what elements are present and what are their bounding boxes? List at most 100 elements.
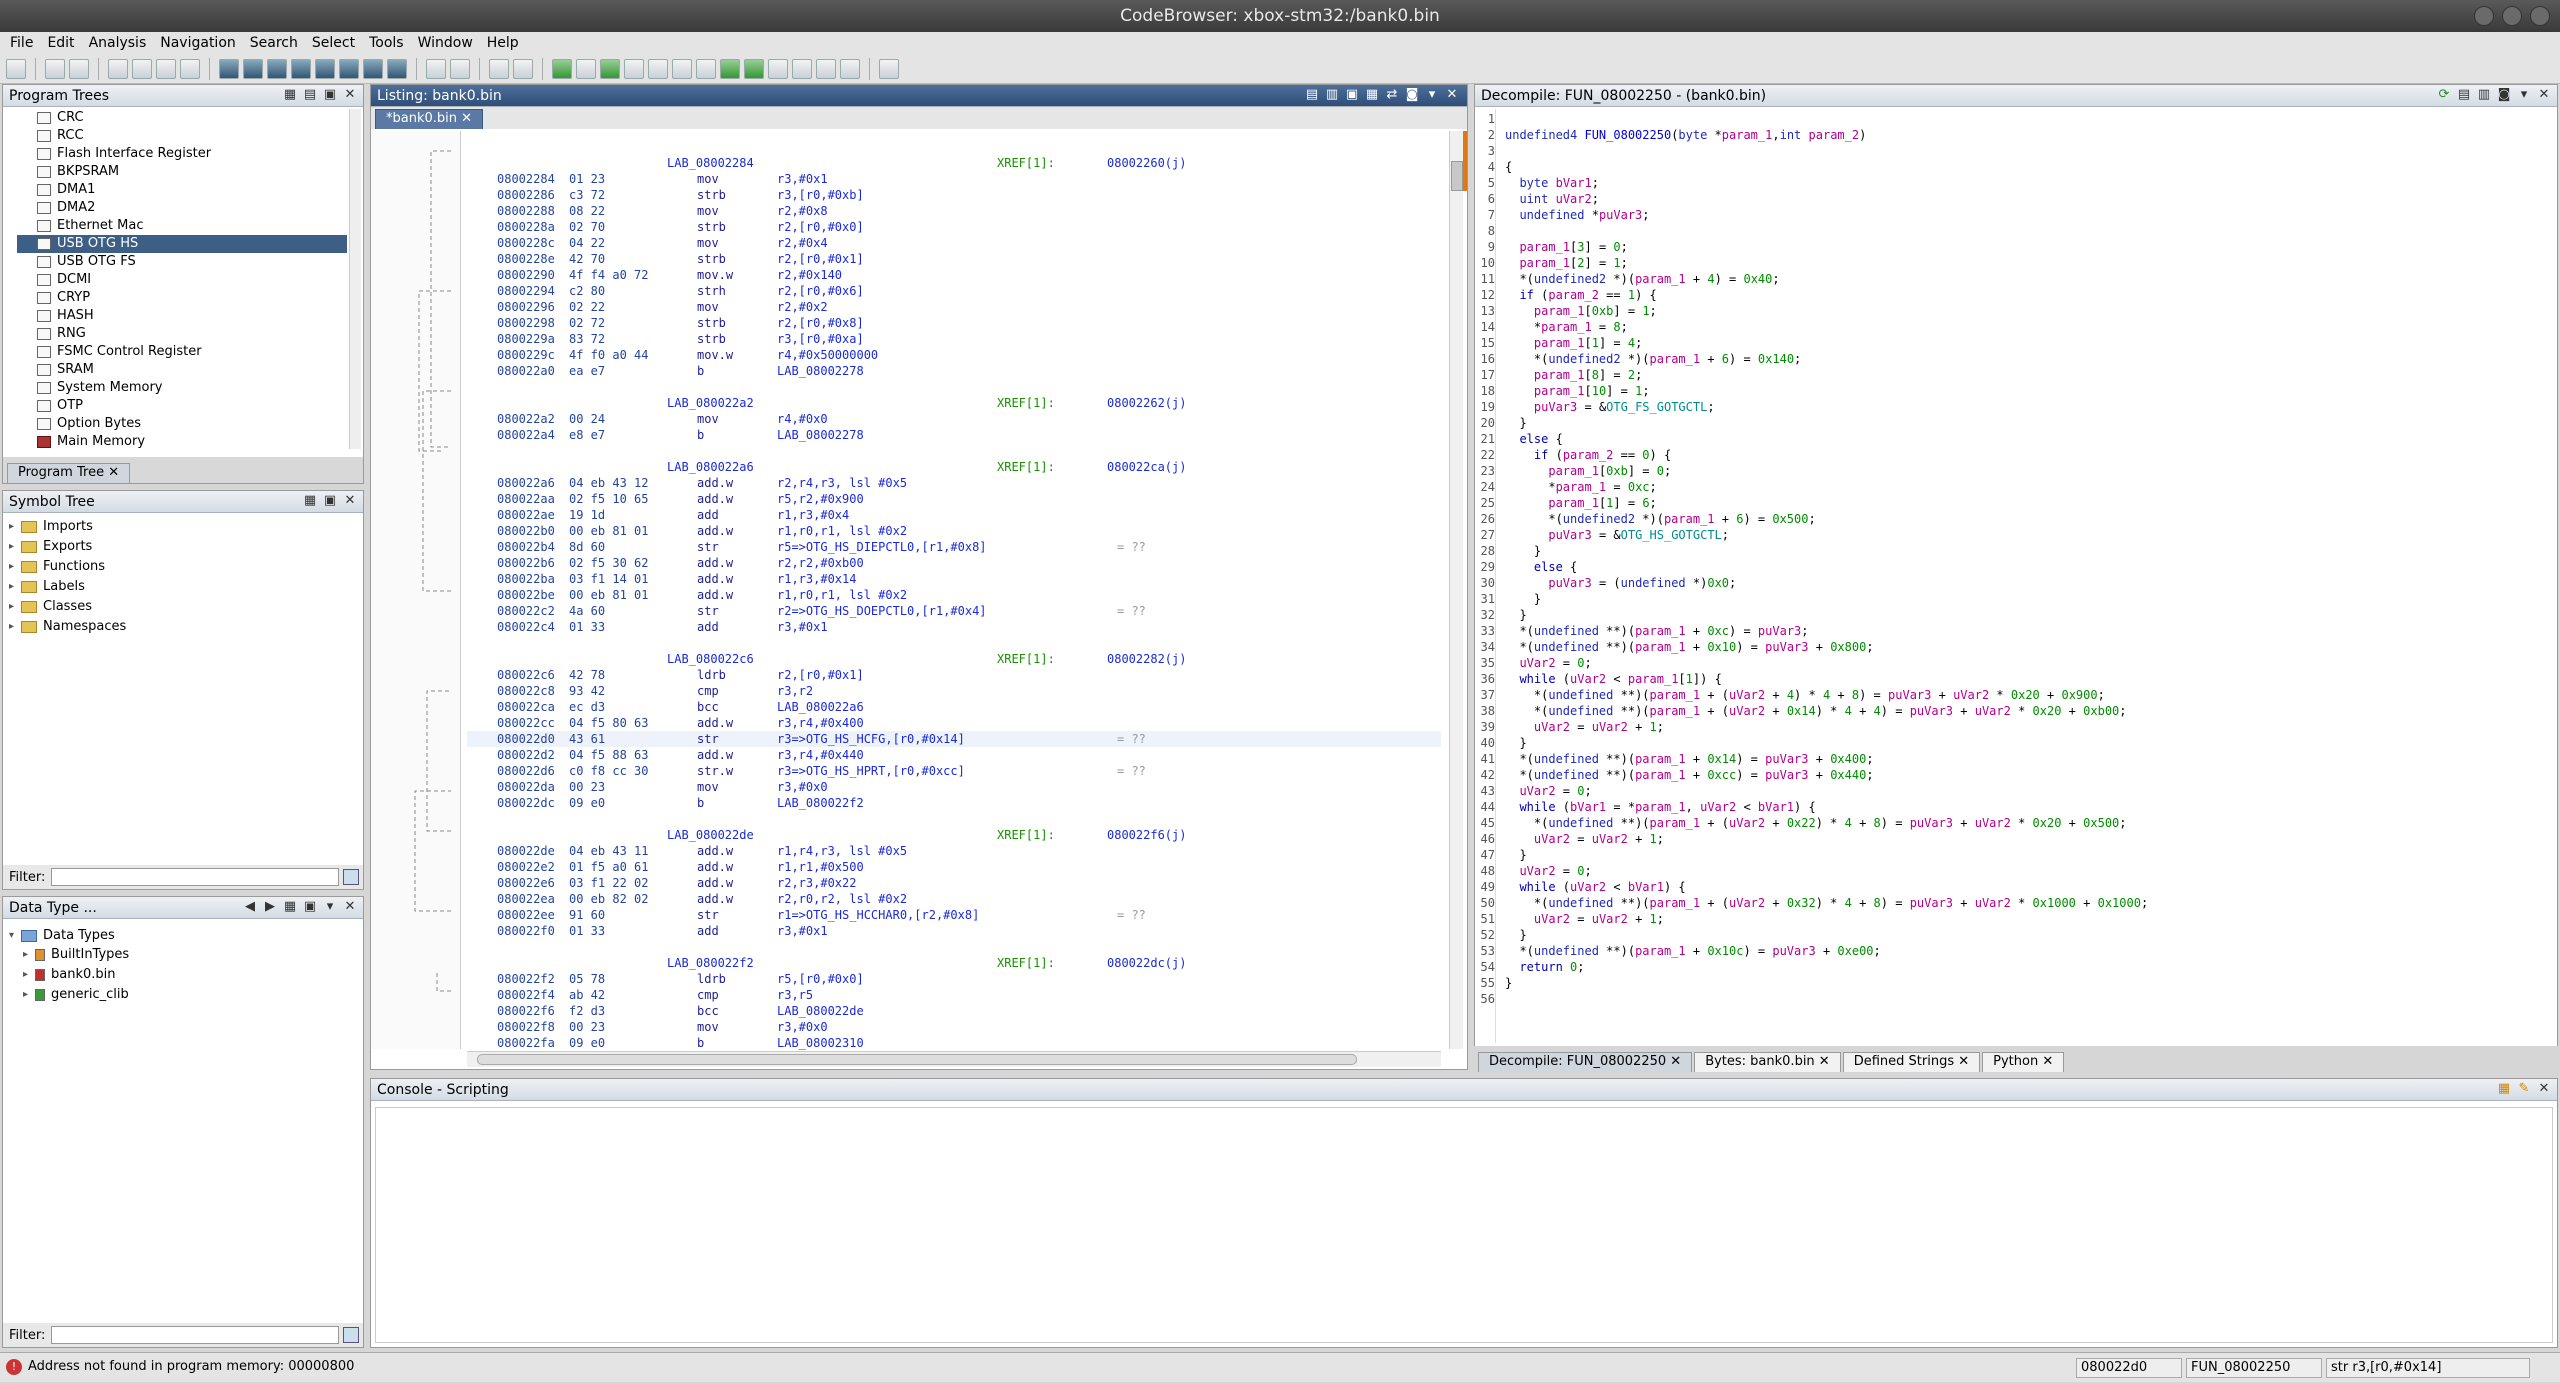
instruction-operands[interactable]: r3,#0x1	[777, 923, 828, 939]
symbol-new-icon[interactable]: ▣	[323, 494, 337, 508]
symbol-tree-item[interactable]: ▸ Labels	[9, 577, 357, 597]
instruction-mnemonic[interactable]: str	[697, 907, 719, 923]
instruction-mnemonic[interactable]: add	[697, 619, 719, 635]
data-types-root[interactable]: ▾ Data Types	[9, 927, 357, 945]
instruction-address[interactable]: 080022c4	[497, 619, 555, 635]
clear-console-icon[interactable]: ▦	[2497, 1082, 2511, 1096]
listing-instruction-row[interactable]: 080022f0 01 33 add r3,#0x1	[467, 923, 1441, 939]
instruction-address[interactable]: 080022f0	[497, 923, 555, 939]
instruction-address[interactable]: 080022a6	[497, 475, 555, 491]
listing-label-row[interactable]: LAB_080022a6 XREF[1]: 080022ca(j)	[467, 459, 1441, 475]
instruction-mnemonic[interactable]: mov	[697, 411, 719, 427]
instruction-address[interactable]: 080022b0	[497, 523, 555, 539]
listing-instruction-row[interactable]: 080022de 04 eb 43 11 add.w r1,r4,r3, lsl #0…	[467, 843, 1441, 859]
instruction-mnemonic[interactable]: add	[697, 507, 719, 523]
listing-hscrollbar[interactable]	[467, 1051, 1441, 1067]
instruction-operands[interactable]: r2,r2,#0xb00	[777, 555, 864, 571]
window-icon[interactable]	[816, 58, 836, 79]
menu-tools[interactable]: Tools	[369, 35, 404, 51]
nav-b-icon[interactable]	[387, 58, 407, 79]
console-icon[interactable]	[744, 58, 764, 79]
close-icon[interactable]: ✕	[2038, 1054, 2053, 1069]
tab-program-tree[interactable]: Program Tree ✕	[7, 463, 131, 483]
xref-address[interactable]: 08002282(j)	[1107, 651, 1186, 667]
instruction-operands[interactable]: r1,r3,#0x4	[777, 507, 849, 523]
program-tree-item[interactable]: RCC	[17, 127, 347, 145]
listing-instruction-row[interactable]: 080022c6 42 78 ldrb r2,[r0,#0x1]	[467, 667, 1441, 683]
decompile-line[interactable]: 8	[1475, 223, 2541, 239]
program-tree-item[interactable]: BKPSRAM	[17, 163, 347, 181]
instruction-mnemonic[interactable]: add.w	[697, 523, 733, 539]
data-type-filter-input[interactable]	[51, 1326, 339, 1344]
instruction-operands[interactable]: r2,[r0,#0x6]	[777, 283, 864, 299]
program-tree-item[interactable]: CRC	[17, 109, 347, 127]
paste-icon[interactable]	[450, 58, 470, 79]
symbol-tree-item[interactable]: ▸ Exports	[9, 537, 357, 557]
instruction-address[interactable]: 080022f8	[497, 1019, 555, 1035]
decompile-line[interactable]: 2 undefined4 FUN_08002250(byte *param_1,i…	[1475, 127, 2541, 143]
menu-edit[interactable]: Edit	[47, 35, 74, 51]
instruction-address[interactable]: 080022cc	[497, 715, 555, 731]
instruction-address[interactable]: 080022a4	[497, 427, 555, 443]
instruction-operands[interactable]: r1,r4,r3, lsl #0x5	[777, 843, 907, 859]
decompile-line[interactable]: 40 }	[1475, 735, 2541, 751]
decompile-line[interactable]: 28 }	[1475, 543, 2541, 559]
decompile-line[interactable]: 25 param_1[1] = 6;	[1475, 495, 2541, 511]
close-icon[interactable]: ✕	[343, 494, 357, 508]
instruction-mnemonic[interactable]: add.w	[697, 475, 733, 491]
decompile-line[interactable]: 48 uVar2 = 0;	[1475, 863, 2541, 879]
menu-select[interactable]: Select	[312, 35, 355, 51]
close-icon[interactable]: ✕	[343, 900, 357, 914]
decompile-line[interactable]: 47 }	[1475, 847, 2541, 863]
decompile-line[interactable]: 6 uint uVar2;	[1475, 191, 2541, 207]
filter-options-icon[interactable]	[343, 1327, 359, 1343]
instruction-mnemonic[interactable]: add.w	[697, 875, 733, 891]
decompile-line[interactable]: 16 *(undefined2 *)(param_1 + 6) = 0x140;	[1475, 351, 2541, 367]
dt-forward-icon[interactable]: ▶	[263, 900, 277, 914]
program-tree-item[interactable]: Flash Interface Register	[17, 145, 347, 163]
instruction-address[interactable]: 0800229c	[497, 347, 555, 363]
decompile-code-area[interactable]: 1 2 undefined4 FUN_08002250(byte *param_1,…	[1475, 109, 2541, 1043]
instruction-operands[interactable]: LAB_080022a6	[777, 699, 864, 715]
menu-help[interactable]: Help	[487, 35, 519, 51]
decompile-line[interactable]: 9 param_1[3] = 0;	[1475, 239, 2541, 255]
instruction-mnemonic[interactable]: ldrb	[697, 667, 726, 683]
instruction-address[interactable]: 080022ba	[497, 571, 555, 587]
dt-menu-icon[interactable]: ▾	[323, 900, 337, 914]
instruction-mnemonic[interactable]: add.w	[697, 715, 733, 731]
instruction-mnemonic[interactable]: add.w	[697, 571, 733, 587]
program-tree-item[interactable]: DMA1	[17, 181, 347, 199]
instruction-mnemonic[interactable]: b	[697, 363, 704, 379]
instruction-operands[interactable]: r2,#0x8	[777, 203, 828, 219]
instruction-operands[interactable]: LAB_080022f2	[777, 795, 864, 811]
instruction-mnemonic[interactable]: strb	[697, 315, 726, 331]
expand-arrow-icon[interactable]: ▸	[9, 518, 21, 536]
instruction-address[interactable]: 0800228e	[497, 251, 555, 267]
bytes-icon[interactable]	[576, 58, 596, 79]
forward-arrow-icon[interactable]	[69, 58, 89, 79]
instruction-address[interactable]: 080022c8	[497, 683, 555, 699]
program-tree-item[interactable]: DMA2	[17, 199, 347, 217]
decompile-line[interactable]: 55}	[1475, 975, 2541, 991]
xref-address[interactable]: 08002262(j)	[1107, 395, 1186, 411]
listing-instruction-row[interactable]: 080022ea 00 eb 82 02 add.w r2,r0,r2, lsl #0…	[467, 891, 1441, 907]
refresh-icon[interactable]: ⟳	[2437, 88, 2451, 102]
snapshot-icon[interactable]: ◙	[1405, 88, 1419, 102]
close-icon[interactable]: ✕	[1666, 1054, 1681, 1069]
instruction-operands[interactable]: r3=>OTG_HS_HCFG,[r0,#0x14]	[777, 731, 965, 747]
instruction-mnemonic[interactable]: bcc	[697, 699, 719, 715]
instruction-address[interactable]: 080022da	[497, 779, 555, 795]
menu-analysis[interactable]: Analysis	[89, 35, 147, 51]
decompile-line[interactable]: 30 puVar3 = (undefined *)0x0;	[1475, 575, 2541, 591]
expand-arrow-icon[interactable]: ▸	[23, 946, 35, 964]
instruction-address[interactable]: 080022a0	[497, 363, 555, 379]
decompile-line[interactable]: 39 uVar2 = uVar2 + 1;	[1475, 719, 2541, 735]
menu-icon[interactable]: ▾	[2517, 88, 2531, 102]
instruction-operands[interactable]: r4,#0x0	[777, 411, 828, 427]
instruction-mnemonic[interactable]: add.w	[697, 859, 733, 875]
tab-python[interactable]: Python ✕	[1982, 1052, 2065, 1072]
decompile-line[interactable]: 44 while (bVar1 = *param_1, uVar2 < bVar…	[1475, 799, 2541, 815]
back-arrow-icon[interactable]	[45, 58, 65, 79]
listing-instruction-row[interactable]: 080022b0 00 eb 81 01 add.w r1,r0,r1, lsl #0…	[467, 523, 1441, 539]
decompile-line[interactable]: 32 }	[1475, 607, 2541, 623]
